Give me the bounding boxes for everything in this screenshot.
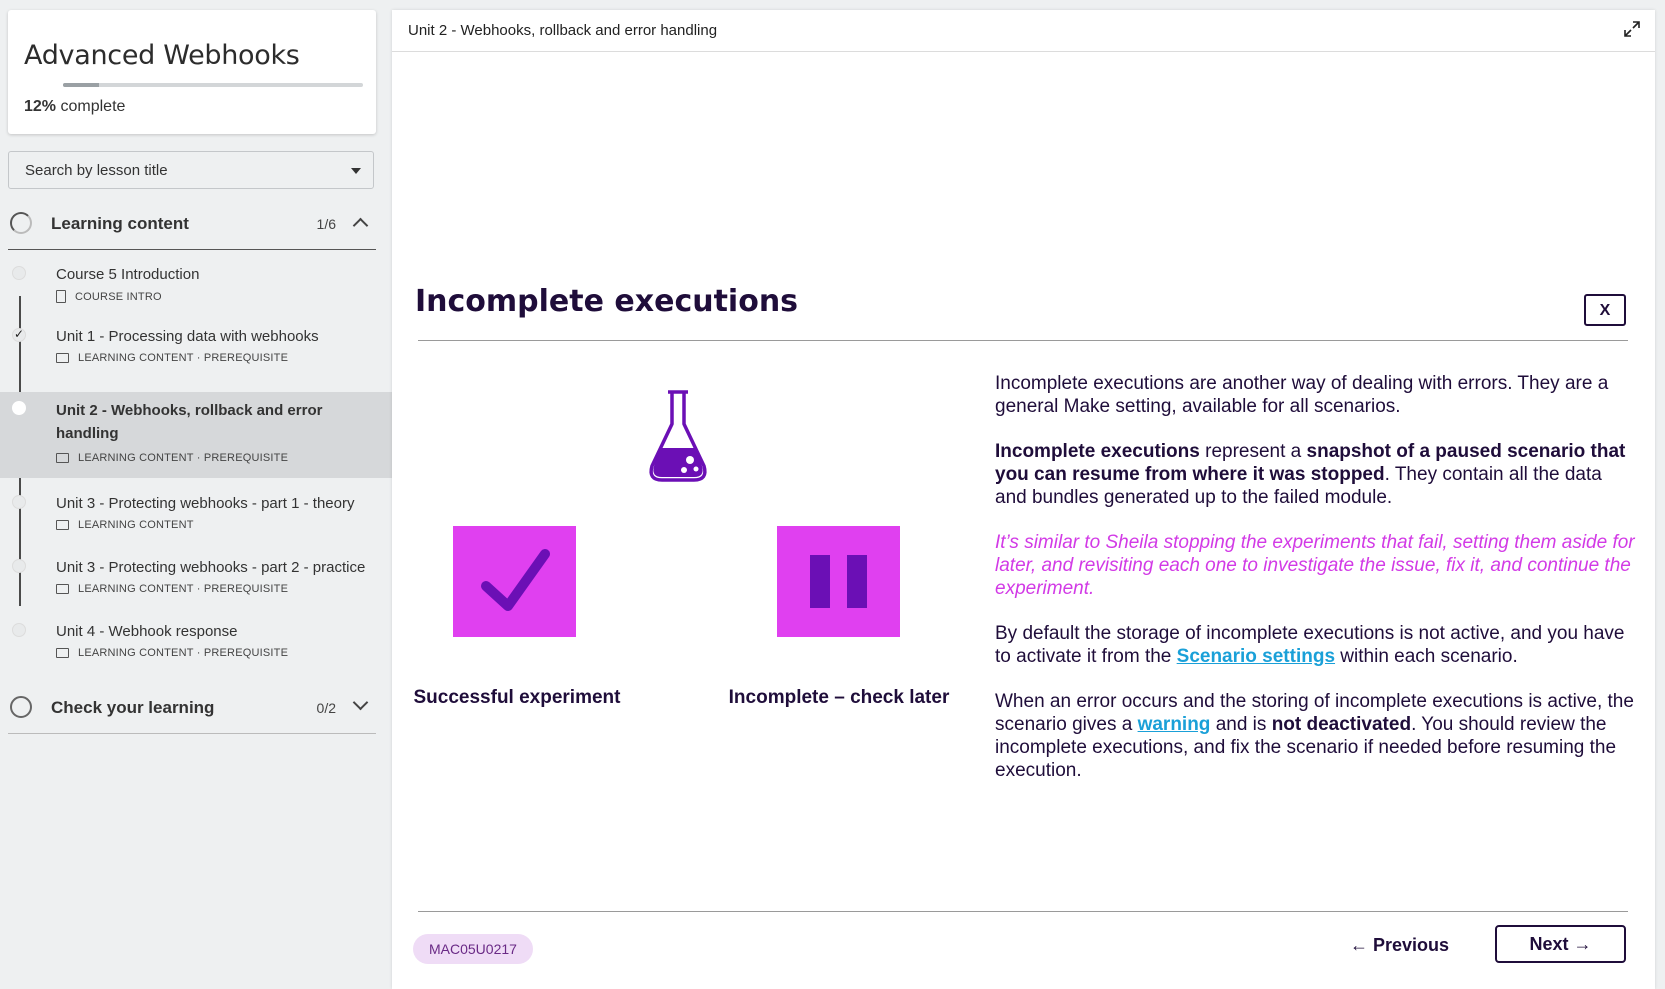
progress-percent: 12% [24, 98, 57, 115]
divider [418, 340, 1628, 341]
progress-text: 12% complete [24, 98, 125, 116]
close-button[interactable]: X [1584, 294, 1626, 326]
lesson-status-dot [12, 401, 26, 415]
lesson-meta-text: LEARNING CONTENT · PREREQUISITE [78, 583, 289, 595]
chevron-up-icon[interactable] [352, 217, 369, 234]
lesson-title: Unit 1 - Processing data with webhooks [56, 328, 319, 345]
lesson-status-dot [12, 559, 26, 573]
course-sidebar: Advanced Webhooks 12% complete Search by… [0, 0, 392, 989]
section-count: 0/2 [316, 700, 336, 716]
check-icon: ✓ [14, 327, 25, 341]
previous-button[interactable]: ← Previous [1350, 935, 1449, 956]
expand-icon[interactable] [1623, 20, 1641, 38]
section-count: 1/6 [316, 216, 336, 232]
section-check-your-learning[interactable]: Check your learning 0/2 [8, 683, 376, 734]
incomplete-experiment-card [777, 526, 900, 637]
lesson-meta-text: LEARNING CONTENT [78, 519, 194, 531]
section-title: Check your learning [51, 698, 215, 717]
lesson-item[interactable]: ✓ Unit 1 - Processing data with webhooks… [0, 324, 392, 376]
chevron-down-icon [351, 168, 361, 174]
slides-icon [56, 353, 69, 363]
slides-icon [56, 584, 69, 594]
lesson-meta: LEARNING CONTENT · PREREQUISITE [56, 647, 288, 659]
section-title: Learning content [51, 214, 189, 233]
divider [418, 911, 1628, 912]
paragraph-4: By default the storage of incomplete exe… [995, 622, 1635, 668]
text-span: and is [1210, 714, 1272, 735]
successful-experiment-label: Successful experiment [413, 687, 621, 708]
lesson-topbar-title: Unit 2 - Webhooks, rollback and error ha… [408, 22, 718, 39]
slides-icon [56, 453, 69, 463]
lesson-item[interactable]: Unit 3 - Protecting webhooks - part 1 - … [0, 491, 392, 543]
lesson-status-dot [12, 623, 26, 637]
lesson-meta-text: COURSE INTRO [75, 290, 162, 303]
lesson-content-panel: Unit 2 - Webhooks, rollback and error ha… [392, 10, 1655, 989]
course-title: Advanced Webhooks [24, 40, 300, 71]
paragraph-2: Incomplete executions represent a snapsh… [995, 440, 1635, 509]
slide-heading: Incomplete executions [415, 284, 799, 319]
slides-icon [56, 520, 69, 530]
progress-suffix: complete [60, 98, 126, 115]
lesson-item[interactable]: Unit 4 - Webhook response LEARNING CONTE… [0, 619, 392, 671]
lesson-status-dot [12, 495, 26, 509]
lesson-item[interactable]: Unit 3 - Protecting webhooks - part 2 - … [0, 555, 392, 607]
lesson-meta: LEARNING CONTENT · PREREQUISITE [56, 583, 288, 595]
lesson-meta: LEARNING CONTENT · PREREQUISITE [56, 352, 288, 364]
section-progress-ring-icon [10, 696, 32, 718]
slides-icon [56, 648, 69, 658]
check-icon [481, 549, 550, 611]
successful-experiment-card [453, 526, 576, 637]
course-progress-bar [63, 83, 363, 87]
paragraph-3-analogy: It’s similar to Sheila stopping the expe… [995, 532, 1635, 599]
pause-icon [810, 555, 867, 608]
slide-body-text: Incomplete executions are another way of… [995, 372, 1635, 804]
paragraph-5: When an error occurs and the storing of … [995, 690, 1635, 782]
document-icon [56, 290, 66, 303]
warning-link[interactable]: warning [1138, 714, 1211, 735]
lesson-meta: COURSE INTRO [56, 290, 162, 303]
lesson-meta-text: LEARNING CONTENT · PREREQUISITE [78, 452, 289, 464]
lesson-meta-text: LEARNING CONTENT · PREREQUISITE [78, 352, 289, 364]
lesson-topbar: Unit 2 - Webhooks, rollback and error ha… [392, 10, 1655, 52]
lesson-item[interactable]: Course 5 Introduction COURSE INTRO [0, 262, 392, 314]
next-button[interactable]: Next → [1495, 925, 1626, 963]
text-span: within each scenario. [1335, 646, 1518, 667]
section-progress-ring-icon [10, 212, 32, 234]
lesson-item-active[interactable]: Unit 2 - Webhooks, rollback and error ha… [0, 392, 392, 478]
lesson-title: Unit 4 - Webhook response [56, 623, 238, 640]
chevron-down-icon[interactable] [352, 694, 369, 711]
paragraph-1: Incomplete executions are another way of… [995, 373, 1609, 417]
search-placeholder: Search by lesson title [25, 162, 168, 179]
lesson-meta: LEARNING CONTENT [56, 519, 194, 531]
lesson-search-select[interactable]: Search by lesson title [8, 151, 374, 189]
section-learning-content[interactable]: Learning content 1/6 [8, 199, 376, 250]
course-card: Advanced Webhooks 12% complete [8, 10, 376, 134]
lesson-title: Unit 2 - Webhooks, rollback and error ha… [56, 402, 323, 442]
lesson-title: Unit 3 - Protecting webhooks - part 2 - … [56, 559, 366, 576]
bold-term: not deactivated [1271, 714, 1412, 735]
scenario-settings-link[interactable]: Scenario settings [1177, 646, 1335, 667]
text-span: represent a [1199, 441, 1307, 462]
lesson-title: Course 5 Introduction [56, 266, 200, 283]
progress-bar-fill [63, 83, 99, 87]
lesson-meta: LEARNING CONTENT · PREREQUISITE [56, 452, 288, 464]
incomplete-experiment-label: Incomplete – check later [728, 687, 950, 708]
lesson-status-dot [12, 266, 26, 280]
lesson-code-badge: MAC05U0217 [413, 934, 533, 964]
lesson-title: Unit 3 - Protecting webhooks - part 1 - … [56, 495, 355, 512]
lesson-meta-text: LEARNING CONTENT · PREREQUISITE [78, 647, 289, 659]
flask-icon [649, 390, 707, 482]
bold-term: Incomplete executions [995, 441, 1200, 462]
